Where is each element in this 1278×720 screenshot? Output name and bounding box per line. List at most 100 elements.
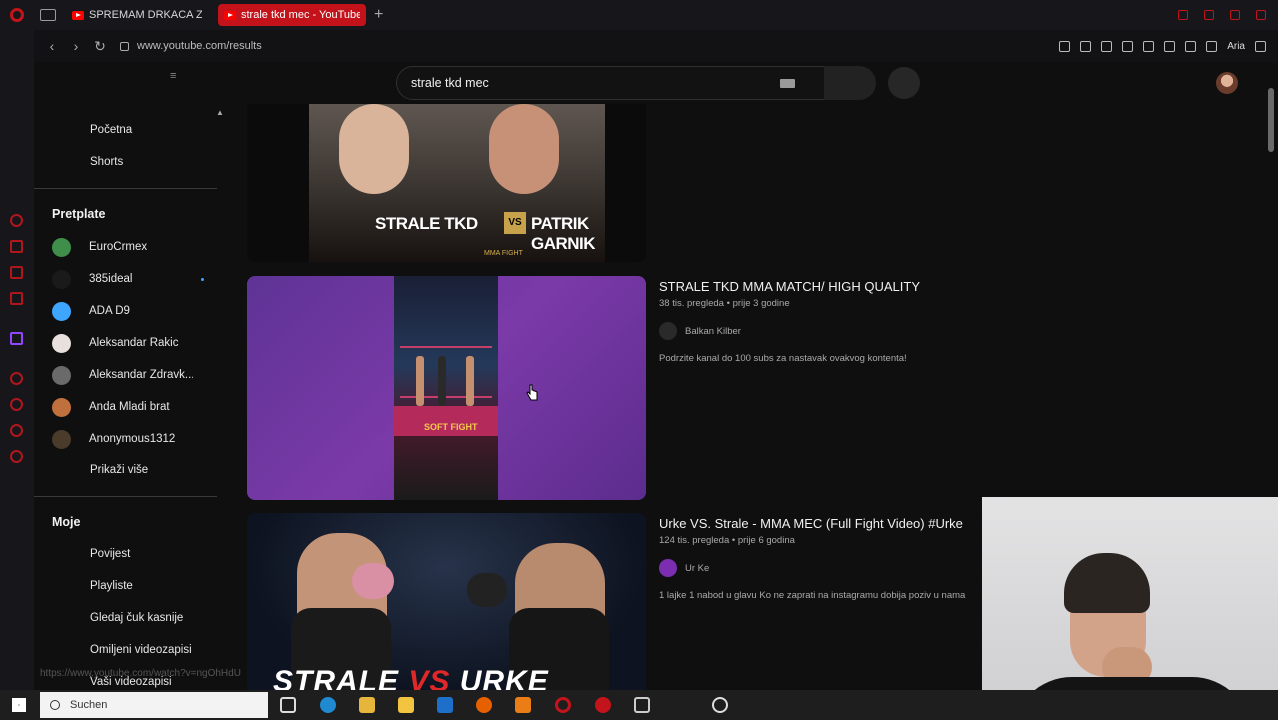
channel-name: ADA D9 xyxy=(89,305,130,317)
channel-avatar xyxy=(659,322,677,340)
subscriptions-heading[interactable]: Pretplate xyxy=(52,207,106,221)
bookmarks-icon[interactable] xyxy=(10,424,23,437)
opera-logo-icon[interactable] xyxy=(10,8,24,22)
browser-tab-active[interactable]: strale tkd mec - YouTube xyxy=(218,4,366,26)
sidebar-item-shorts[interactable]: Shorts xyxy=(90,156,123,168)
task-view-icon[interactable] xyxy=(280,697,296,713)
windows-taskbar: Suchen xyxy=(0,690,1278,720)
back-icon[interactable]: ‹ xyxy=(46,38,58,54)
sidebar-subscription[interactable]: Aleksandar Zdravk... xyxy=(52,365,212,385)
sidebar-subscription[interactable]: ADA D9 xyxy=(52,301,212,321)
voice-search-button[interactable] xyxy=(888,67,920,99)
video-thumbnail[interactable]: STRALE VS URKE xyxy=(247,513,646,693)
video-thumbnail[interactable]: SOFT FIGHT xyxy=(247,276,646,500)
channel-link[interactable]: Balkan Kilber xyxy=(659,322,741,340)
aria-button[interactable]: Aria xyxy=(1227,41,1245,52)
sidebar-item-watch-later[interactable]: Gledaj čuk kasnije xyxy=(90,612,183,624)
settings-icon[interactable] xyxy=(10,450,23,463)
show-more-button[interactable]: Prikaži više xyxy=(90,464,148,476)
forward-icon[interactable]: › xyxy=(70,38,82,54)
app-icon[interactable] xyxy=(515,697,531,713)
guide-menu-icon[interactable]: ≡ xyxy=(170,70,176,82)
file-explorer-icon[interactable] xyxy=(359,697,375,713)
browser-toolbar: Aria xyxy=(1059,40,1266,52)
sidebar-item-playlists[interactable]: Playliste xyxy=(90,580,133,592)
minimize-button[interactable] xyxy=(1204,10,1214,20)
fighter-figure xyxy=(416,356,424,406)
address-field[interactable]: www.youtube.com/results xyxy=(137,40,262,52)
obs-icon[interactable] xyxy=(712,697,728,713)
channel-name: Balkan Kilber xyxy=(685,325,741,337)
shield-icon[interactable] xyxy=(1101,40,1113,52)
snapshot-icon[interactable] xyxy=(1080,40,1092,52)
chevron-up-icon[interactable]: ▲ xyxy=(216,108,224,117)
send-icon[interactable] xyxy=(1143,40,1155,52)
lock-icon[interactable] xyxy=(120,41,129,51)
search-button[interactable] xyxy=(824,66,876,100)
video-thumbnail[interactable]: STRALE TKD VS PATRIK GARNIK MMA FIGHT xyxy=(247,104,646,262)
webcam-overlay xyxy=(982,497,1278,720)
firefox-icon[interactable] xyxy=(476,697,492,713)
link-status-url: https://www.youtube.com/watch?v=ngOhHdU xyxy=(40,668,241,679)
sidebar-item-liked[interactable]: Omiljeni videozapisi xyxy=(90,644,192,656)
browser-tab[interactable]: SPREMAM DRKACA ZA B... xyxy=(66,4,208,26)
edge-icon[interactable] xyxy=(320,697,336,713)
channel-avatar xyxy=(52,365,71,385)
twitch-icon[interactable] xyxy=(10,332,23,345)
thumbnail-name-right: URKE xyxy=(459,665,549,693)
whatsapp-icon[interactable] xyxy=(10,240,23,253)
browser-address-bar: ‹ › ↻ www.youtube.com/results Aria xyxy=(34,30,1278,62)
screen: SPREMAM DRKACA ZA B... strale tkd mec - … xyxy=(0,0,1278,720)
taskbar-search-input[interactable]: Suchen xyxy=(40,692,268,718)
download-icon[interactable] xyxy=(1206,40,1218,52)
thumbnail-image: STRALE TKD VS PATRIK GARNIK MMA FIGHT xyxy=(309,104,605,262)
channel-link[interactable]: Ur Ke xyxy=(659,559,709,577)
instagram-icon[interactable] xyxy=(10,292,23,305)
new-tab-button[interactable]: + xyxy=(374,6,383,24)
sidebar-subscription[interactable]: Anda Mladi brat xyxy=(52,397,212,417)
heart-icon[interactable] xyxy=(1164,40,1176,52)
sidebar-subscription[interactable]: Anonymous1312 xyxy=(52,429,212,449)
sidebar-subscription[interactable]: 385ideal xyxy=(52,269,212,289)
you-heading[interactable]: Moje xyxy=(52,515,80,529)
youtube-header: ≡ strale tkd mec xyxy=(34,62,1278,104)
new-content-dot xyxy=(201,277,204,281)
translate-icon[interactable] xyxy=(1122,40,1134,52)
close-button[interactable] xyxy=(1256,10,1266,20)
sidebar-item-home[interactable]: Početna xyxy=(90,124,132,136)
outlook-icon[interactable] xyxy=(437,697,453,713)
video-title[interactable]: Urke VS. Strale - MMA MEC (Full Fight Vi… xyxy=(659,516,981,531)
search-input[interactable]: strale tkd mec xyxy=(396,66,826,100)
opera-icon[interactable] xyxy=(555,697,571,713)
account-avatar[interactable] xyxy=(1216,72,1238,94)
opera-gx-icon[interactable] xyxy=(595,697,611,713)
menu-icon[interactable] xyxy=(1255,40,1266,52)
thumbnail-image: SOFT FIGHT xyxy=(394,276,498,500)
channel-avatar xyxy=(52,269,71,289)
telegram-icon[interactable] xyxy=(10,266,23,279)
tab-menu-icon[interactable] xyxy=(40,9,56,21)
reload-icon[interactable]: ↻ xyxy=(94,38,106,55)
sidebar-subscription[interactable]: Aleksandar Rakic xyxy=(52,333,212,353)
store-icon[interactable] xyxy=(398,697,414,713)
messenger-icon[interactable] xyxy=(10,214,23,227)
thumbnail-name-left: STRALE xyxy=(273,665,399,693)
channel-avatar xyxy=(52,429,71,449)
youtube-favicon-icon xyxy=(72,10,84,20)
sidebar-item-history[interactable]: Povijest xyxy=(90,548,130,560)
wallet-icon[interactable] xyxy=(1185,40,1197,52)
youtube-sidebar: ▲ Početna Shorts Pretplate EuroCrmex 385… xyxy=(34,104,241,690)
windows-start-icon[interactable] xyxy=(12,698,26,712)
ring-ropes xyxy=(400,346,492,398)
history-icon[interactable] xyxy=(10,398,23,411)
sidebar-subscription[interactable]: EuroCrmex xyxy=(52,237,212,257)
pin-icon[interactable] xyxy=(1059,40,1071,52)
search-tabs-icon[interactable] xyxy=(1178,10,1188,20)
player-icon[interactable] xyxy=(10,372,23,385)
video-title[interactable]: STRALE TKD MMA MATCH/ HIGH QUALITY xyxy=(659,279,920,294)
mail-icon[interactable] xyxy=(634,697,650,713)
page-scrollbar[interactable] xyxy=(1268,88,1274,152)
channel-name: Aleksandar Rakic xyxy=(89,337,179,349)
keyboard-icon[interactable] xyxy=(780,79,795,88)
maximize-button[interactable] xyxy=(1230,10,1240,20)
